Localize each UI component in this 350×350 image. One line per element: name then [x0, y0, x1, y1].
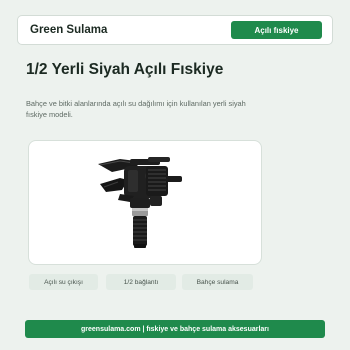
- feature-tag-garden-irrigation[interactable]: Bahçe sulama: [182, 274, 253, 290]
- page-title: 1/2 Yerli Siyah Açılı Fıskiye: [26, 61, 224, 78]
- site-header: Green Sulama Açılı fıskiye: [17, 15, 333, 45]
- category-button[interactable]: Açılı fıskiye: [231, 21, 322, 39]
- feature-tag-connection[interactable]: 1/2 bağlantı: [106, 274, 176, 290]
- feature-tag-angled-outlet[interactable]: Açılı su çıkışı: [29, 274, 98, 290]
- brand-name[interactable]: Green Sulama: [30, 24, 107, 36]
- product-description: Bahçe ve bitki alanlarında açılı su dağı…: [26, 99, 246, 119]
- impact-sprinkler-icon: [98, 157, 182, 248]
- site-footer: greensulama.com | fıskiye ve bahçe sulam…: [25, 320, 325, 338]
